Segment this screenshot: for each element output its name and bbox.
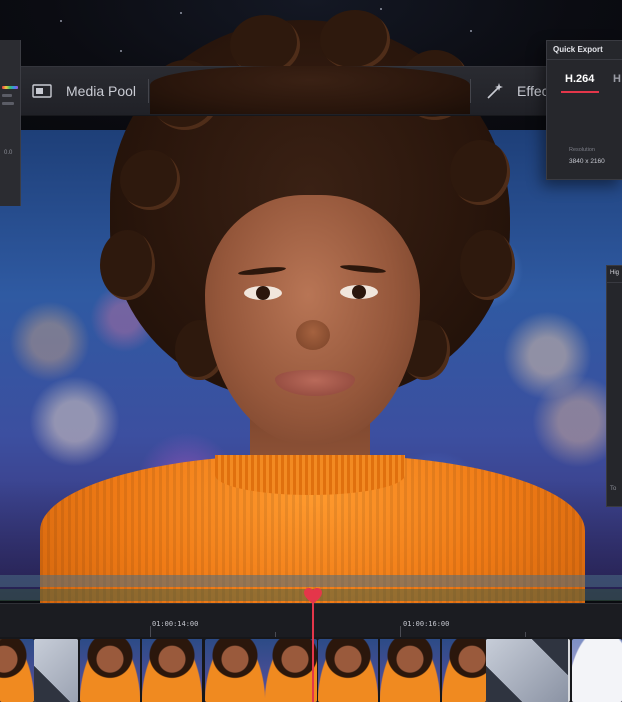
background-star (120, 50, 122, 52)
timeline-track-audio[interactable] (0, 575, 622, 587)
clip-thumbnail (486, 639, 568, 702)
tab-effects[interactable]: Effec (485, 67, 549, 115)
resolution-value: 3840 x 2160 (569, 158, 605, 165)
timeline-clip-transition[interactable] (34, 639, 78, 702)
portrait-hair-overlap (150, 66, 470, 114)
portrait-eye-right (340, 285, 378, 299)
clip-thumbnail (380, 639, 440, 702)
quick-export-divider (547, 59, 622, 60)
timeline-clip[interactable] (0, 639, 34, 702)
toolbar-divider (148, 79, 149, 103)
format-selected-indicator (561, 91, 599, 93)
format-next-button[interactable]: H (613, 73, 621, 85)
portrait-nose (296, 320, 330, 350)
clip-thumbnail (80, 639, 140, 702)
portrait-curl (450, 140, 510, 205)
portrait-curl (100, 230, 155, 300)
timeline-clip[interactable] (572, 639, 622, 702)
left-inspector-panel[interactable]: 0.0 (0, 40, 21, 206)
tab-media-pool[interactable]: Media Pool (32, 67, 136, 115)
portrait-curl (320, 10, 390, 70)
portrait-eye-left (244, 286, 282, 300)
portrait-curl (460, 230, 515, 300)
tab-effects-label: Effec (517, 83, 549, 99)
background-star (180, 12, 182, 14)
timecode-label: 01:00:16:00 (403, 620, 450, 628)
playhead-line[interactable] (312, 600, 314, 702)
clip-thumbnail (442, 639, 486, 702)
timeline-clip[interactable] (205, 639, 317, 702)
quick-export-title: Quick Export (553, 45, 603, 54)
background-star (380, 8, 382, 10)
portrait-curl (120, 150, 180, 210)
slider-bar[interactable] (2, 94, 12, 97)
format-h264-button[interactable]: H.264 (565, 73, 594, 85)
color-wheel-bar (2, 86, 18, 89)
clip-thumbnail (34, 639, 78, 702)
effects-magic-wand-icon (487, 83, 503, 99)
timeline-ruler[interactable]: 01:00:14:00 01:00:16:00 (0, 603, 622, 638)
right-panel-divider (607, 282, 622, 283)
clip-thumbnail (0, 639, 34, 702)
clip-thumbnail (205, 639, 265, 702)
background-star (60, 20, 62, 22)
clip-thumbnail (572, 639, 622, 702)
clip-thumbnail (265, 639, 317, 702)
right-panel-footer: To (610, 486, 617, 492)
background-star (470, 30, 472, 32)
video-editor-screen: Media Pool Effec 0.0 Quick Export H.264 … (0, 0, 622, 702)
timeline-clip-transition[interactable] (486, 639, 570, 702)
playhead-handle-icon[interactable] (303, 587, 323, 605)
timeline-clip[interactable] (80, 639, 204, 702)
timecode-label: 01:00:14:00 (152, 620, 199, 628)
timeline-clip[interactable] (318, 639, 486, 702)
toolbar-divider (470, 79, 471, 103)
resolution-label: Resolution (569, 147, 595, 153)
right-side-panel[interactable]: Hig To (606, 265, 622, 507)
clip-thumbnail (318, 639, 378, 702)
tab-media-pool-label: Media Pool (66, 83, 137, 99)
left-panel-value: 0.0 (4, 150, 13, 156)
timeline-clips (0, 637, 622, 702)
clip-thumbnail (142, 639, 202, 702)
portrait-collar (215, 455, 405, 495)
media-pool-icon (32, 84, 52, 98)
quick-export-panel: Quick Export H.264 H Resolution 3840 x 2… (546, 40, 622, 180)
slider-bar[interactable] (2, 102, 14, 105)
right-panel-title: Hig (610, 270, 620, 276)
